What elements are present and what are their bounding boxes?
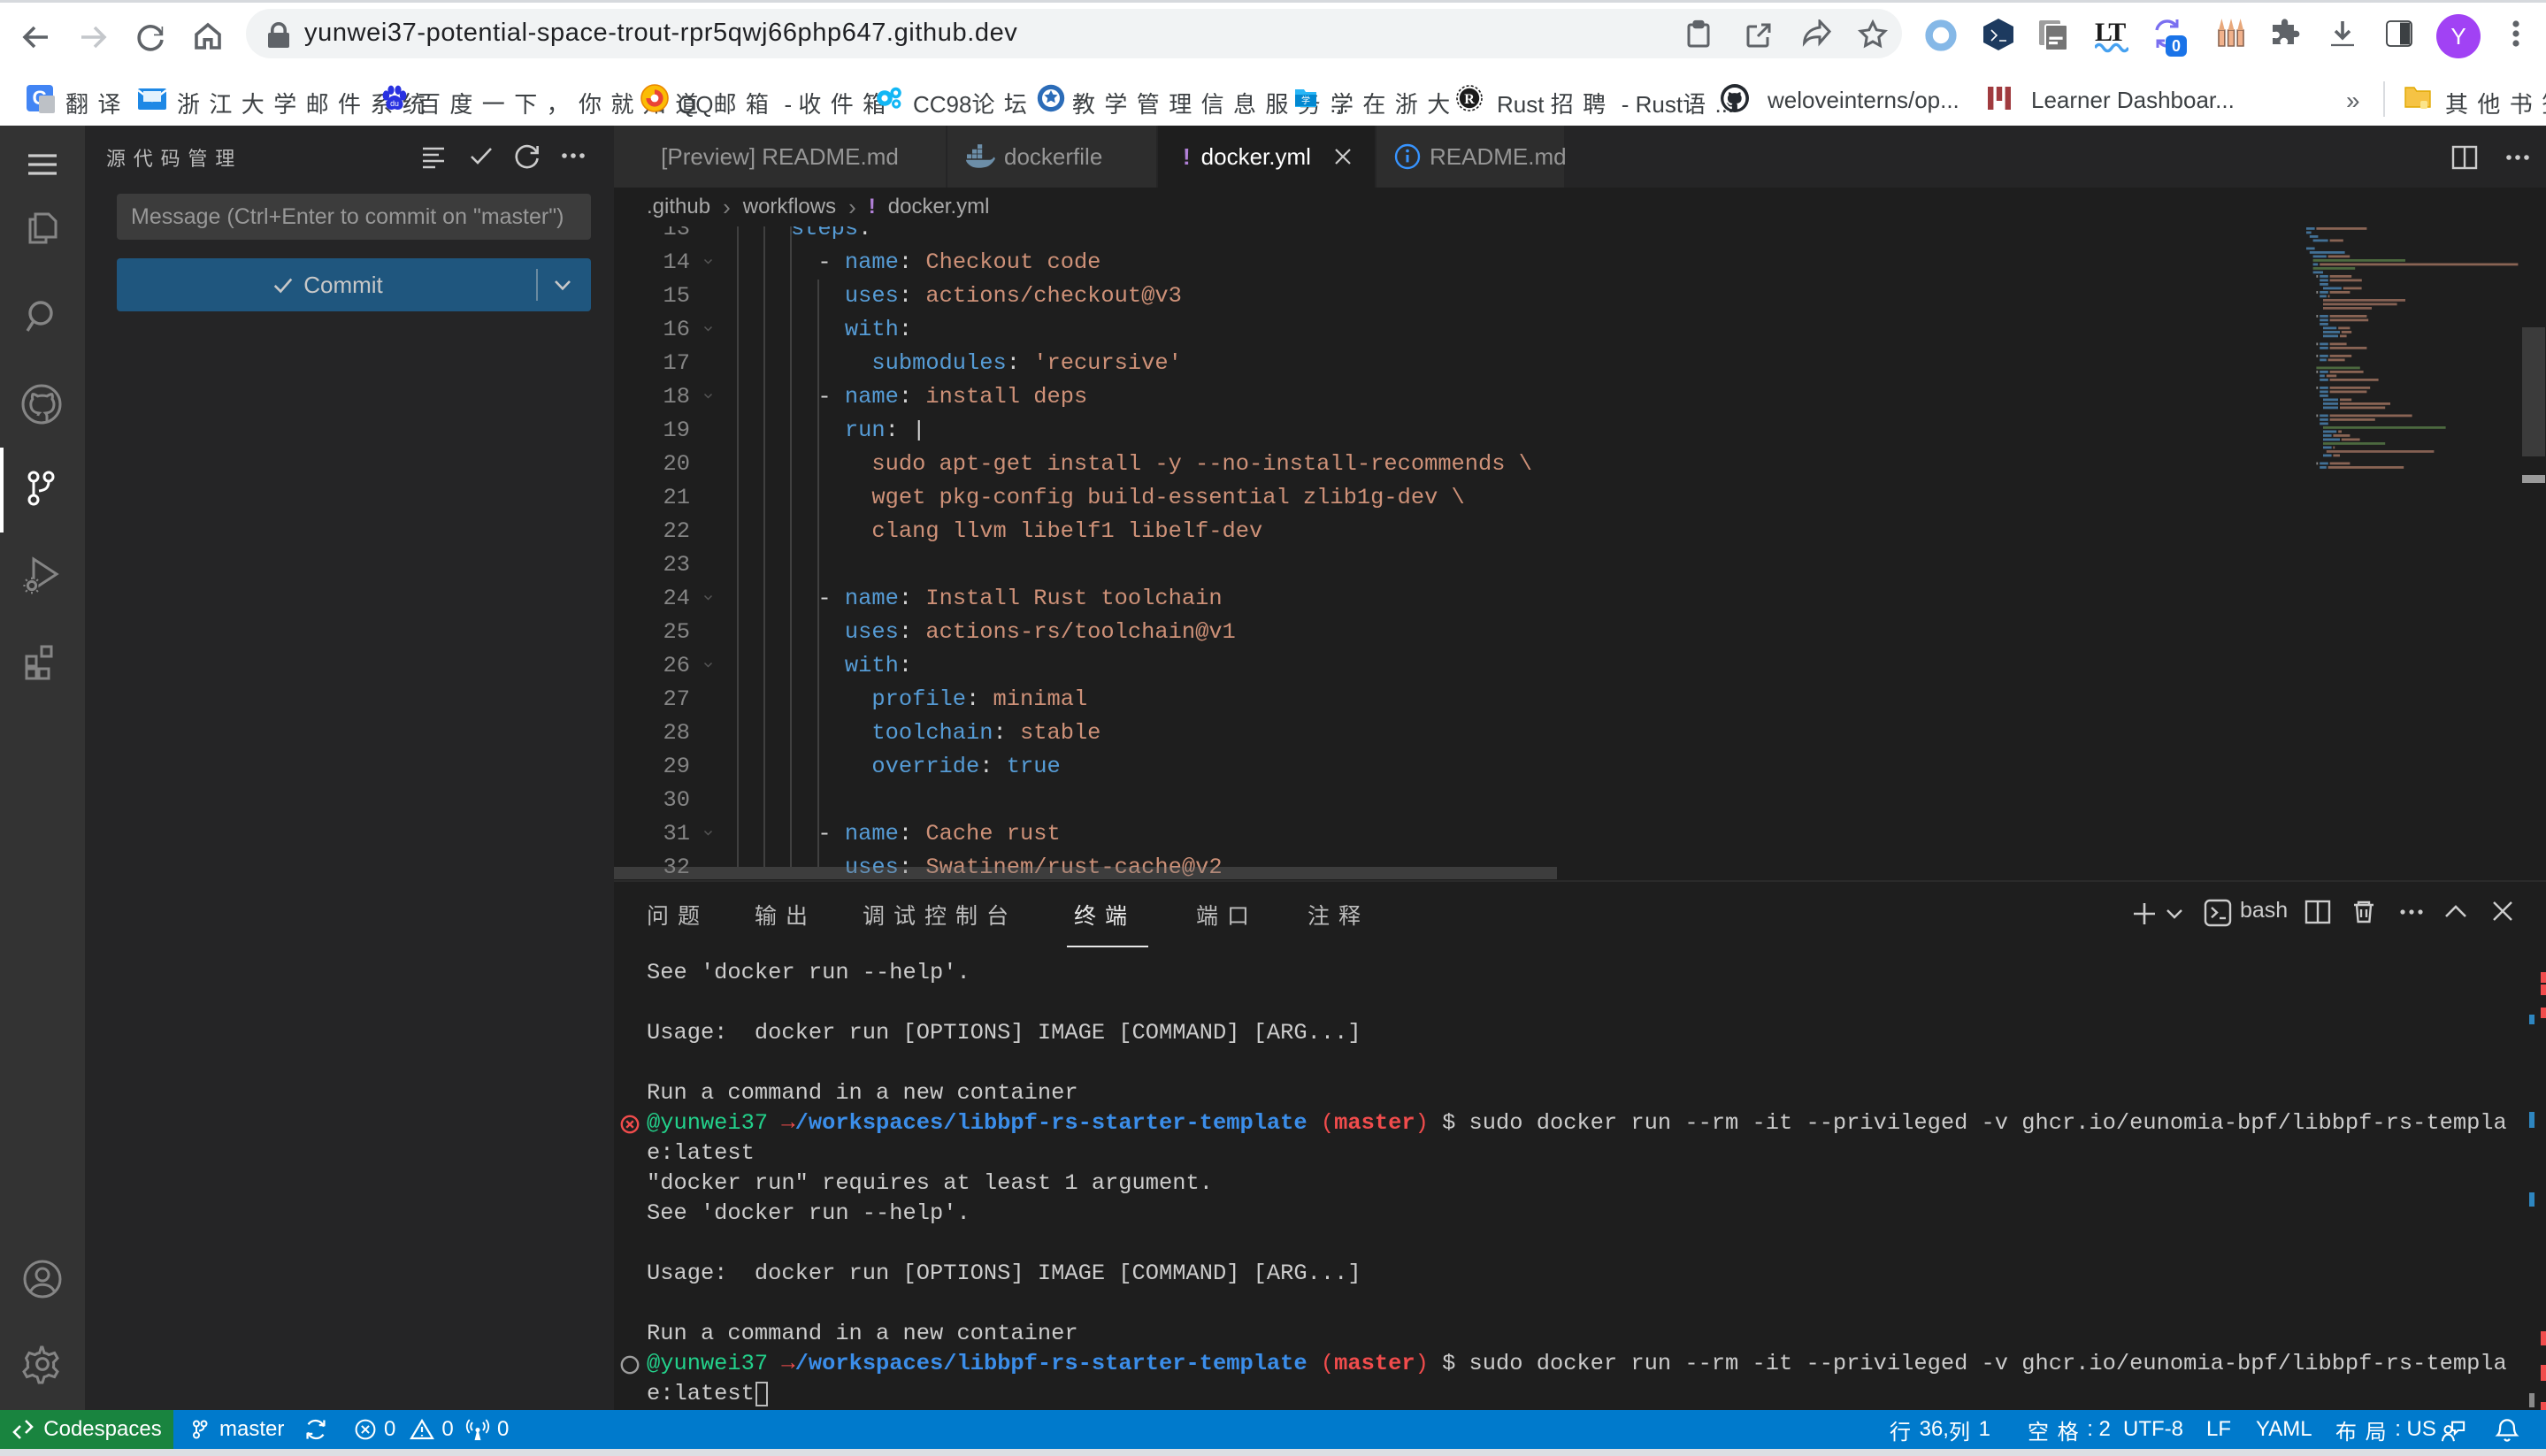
svg-text:du: du (390, 99, 399, 108)
svg-text:学: 学 (1301, 95, 1310, 106)
svg-text:R: R (1464, 92, 1475, 107)
